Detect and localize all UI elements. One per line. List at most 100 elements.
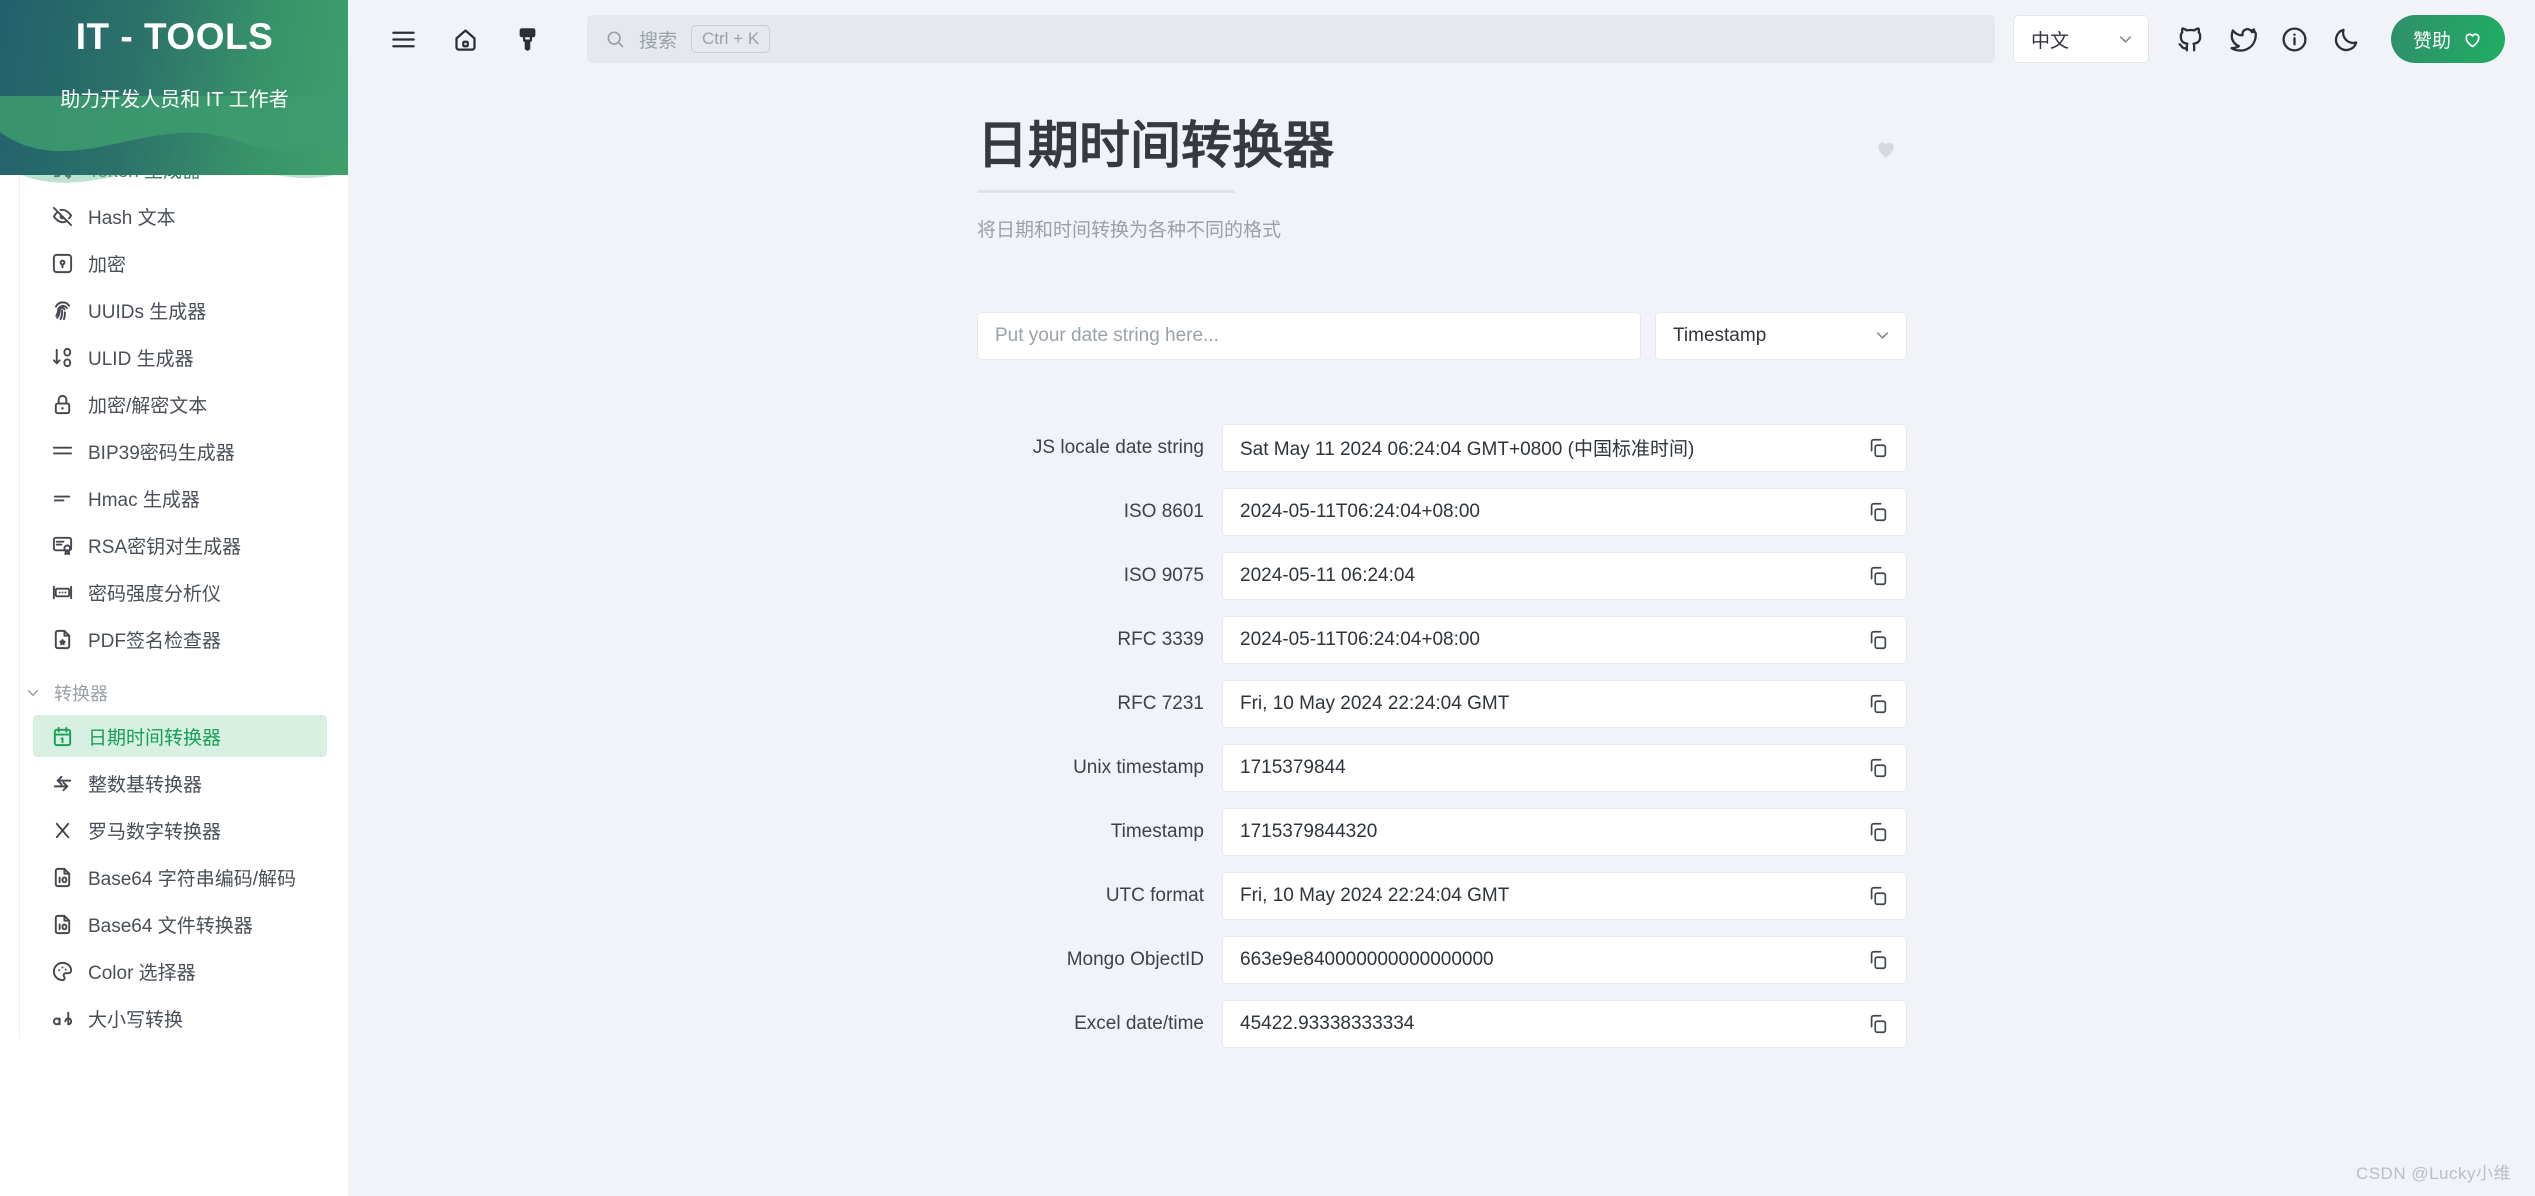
sidebar-item-label: Color 选择器 bbox=[88, 962, 196, 984]
language-select[interactable]: 中文 bbox=[2012, 15, 2149, 63]
sidebar-item-color-picker[interactable]: Color 选择器 bbox=[33, 950, 327, 992]
password-meter-icon bbox=[50, 580, 75, 605]
page-subtitle: 将日期和时间转换为各种不同的格式 bbox=[977, 219, 1282, 241]
results-list: JS locale date string Sat May 11 2024 06… bbox=[977, 423, 1907, 1048]
sidebar-item-integer-base-converter[interactable]: 整数基转换器 bbox=[33, 762, 327, 804]
result-row: ISO 8601 2024-05-11T06:24:04+08:00 bbox=[977, 487, 1907, 536]
search-input[interactable]: 搜索 Ctrl + K bbox=[587, 15, 1995, 63]
sidebar-item-label: Base64 字符串编码/解码 bbox=[88, 868, 296, 890]
file-binary-icon bbox=[50, 865, 75, 890]
sidebar-item-base64-file-converter[interactable]: Base64 文件转换器 bbox=[33, 903, 327, 945]
result-field[interactable]: 45422.93338333334 bbox=[1222, 999, 1907, 1048]
result-field[interactable]: 1715379844 bbox=[1222, 743, 1907, 792]
search-placeholder: 搜索 bbox=[639, 30, 678, 52]
copy-icon[interactable] bbox=[1858, 556, 1898, 596]
sidebar-group-converters[interactable]: 转换器 bbox=[20, 676, 327, 710]
watermark: CSDN @Lucky小维 bbox=[2355, 1164, 2511, 1183]
sidebar-item-uuids-generator[interactable]: UUIDs 生成器 bbox=[33, 289, 327, 331]
chevron-down-icon bbox=[20, 680, 46, 706]
sidebar-item-label: 加密 bbox=[88, 254, 127, 276]
sidebar-item-rsa-keypair-generator[interactable]: RSA密钥对生成器 bbox=[33, 524, 327, 566]
favorite-button[interactable] bbox=[1873, 136, 1907, 170]
copy-icon[interactable] bbox=[1858, 876, 1898, 916]
sidebar-item-label: 大小写转换 bbox=[88, 1009, 184, 1031]
result-label: ISO 9075 bbox=[1123, 564, 1204, 586]
result-value: 663e9e840000000000000000 bbox=[1240, 948, 1494, 970]
sidebar-item-ulid-generator[interactable]: ULID 生成器 bbox=[33, 336, 327, 378]
copy-icon[interactable] bbox=[1858, 940, 1898, 980]
arrows-exchange-icon bbox=[50, 771, 75, 796]
sidebar-item-label: BIP39密码生成器 bbox=[88, 442, 235, 464]
result-field[interactable]: 2024-05-11T06:24:04+08:00 bbox=[1222, 615, 1907, 664]
copy-icon[interactable] bbox=[1858, 428, 1898, 468]
date-string-input[interactable]: Put your date string here... bbox=[977, 311, 1641, 360]
lines-icon bbox=[50, 439, 75, 464]
result-field[interactable]: 2024-05-11 06:24:04 bbox=[1222, 551, 1907, 600]
twitter-icon[interactable] bbox=[2221, 17, 2265, 61]
result-value: 2024-05-11T06:24:04+08:00 bbox=[1240, 500, 1480, 522]
short-lines-icon bbox=[50, 486, 75, 511]
sidebar-item-bip39-generator[interactable]: BIP39密码生成器 bbox=[33, 430, 327, 472]
brand-banner: IT - TOOLS 助力开发人员和 IT 工作者 bbox=[0, 0, 348, 175]
sidebar-item-pdf-signature-checker[interactable]: PDF签名检查器 bbox=[33, 618, 327, 660]
nav-rail bbox=[19, 148, 20, 1039]
pdf-badge-icon bbox=[50, 627, 75, 652]
sidebar-item-hash-text[interactable]: Hash 文本 bbox=[33, 195, 327, 237]
topbar: 搜索 Ctrl + K 中文 赞助 bbox=[349, 0, 2535, 78]
date-input-row: Put your date string here... Timestamp bbox=[977, 311, 1907, 360]
result-label: RFC 3339 bbox=[1117, 628, 1204, 650]
copy-icon[interactable] bbox=[1858, 684, 1898, 724]
result-label: UTC format bbox=[1105, 884, 1204, 906]
sidebar-group-label: 转换器 bbox=[54, 684, 108, 704]
sidebar-item-label: 密码强度分析仪 bbox=[88, 583, 222, 605]
github-icon[interactable] bbox=[2169, 17, 2213, 61]
sidebar-item-roman-numeral-converter[interactable]: 罗马数字转换器 bbox=[33, 809, 327, 851]
result-field[interactable]: 1715379844320 bbox=[1222, 807, 1907, 856]
app-root: IT - TOOLS 助力开发人员和 IT 工作者 Token 生成器 Hash… bbox=[0, 0, 2535, 1196]
sidebar-item-hmac-generator[interactable]: Hmac 生成器 bbox=[33, 477, 327, 519]
copy-icon[interactable] bbox=[1858, 748, 1898, 788]
result-field[interactable]: Sat May 11 2024 06:24:04 GMT+0800 (中国标准时… bbox=[1222, 423, 1907, 472]
sidebar-item-encrypt-decrypt-text[interactable]: 加密/解密文本 bbox=[33, 383, 327, 425]
paint-brush-icon[interactable] bbox=[505, 17, 549, 61]
sidebar-item-encryption[interactable]: 加密 bbox=[33, 242, 327, 284]
sidebar-item-case-converter[interactable]: 大小写转换 bbox=[33, 997, 327, 1039]
date-input-placeholder: Put your date string here... bbox=[995, 324, 1219, 346]
result-row: JS locale date string Sat May 11 2024 06… bbox=[977, 423, 1907, 472]
sidebar-item-date-time-converter[interactable]: 日期时间转换器 bbox=[33, 715, 327, 757]
case-icon bbox=[50, 1006, 75, 1031]
copy-icon[interactable] bbox=[1858, 812, 1898, 852]
certificate-icon bbox=[50, 533, 75, 558]
sidebar-item-label: 日期时间转换器 bbox=[88, 727, 222, 749]
result-row: UTC format Fri, 10 May 2024 22:24:04 GMT bbox=[977, 871, 1907, 920]
result-value: 2024-05-11 06:24:04 bbox=[1240, 564, 1416, 586]
search-shortcut-badge: Ctrl + K bbox=[691, 24, 771, 54]
copy-icon[interactable] bbox=[1858, 1004, 1898, 1044]
result-row: Timestamp 1715379844320 bbox=[977, 807, 1907, 856]
eye-off-icon bbox=[50, 204, 75, 229]
result-field[interactable]: 2024-05-11T06:24:04+08:00 bbox=[1222, 487, 1907, 536]
sidebar-item-label: ULID 生成器 bbox=[88, 348, 194, 370]
chevron-down-icon bbox=[2116, 30, 2135, 49]
hamburger-menu-icon[interactable] bbox=[381, 17, 425, 61]
brand-title: IT - TOOLS bbox=[75, 16, 274, 57]
file-binary-icon bbox=[50, 912, 75, 937]
result-field[interactable]: Fri, 10 May 2024 22:24:04 GMT bbox=[1222, 679, 1907, 728]
format-select[interactable]: Timestamp bbox=[1655, 311, 1907, 360]
result-value: Fri, 10 May 2024 22:24:04 GMT bbox=[1240, 884, 1510, 906]
title-row: 日期时间转换器 bbox=[977, 114, 1907, 193]
info-icon[interactable] bbox=[2273, 17, 2317, 61]
home-icon[interactable] bbox=[443, 17, 487, 61]
sidebar-item-label: 加密/解密文本 bbox=[88, 395, 208, 417]
result-label: Mongo ObjectID bbox=[1066, 948, 1204, 970]
sidebar-item-base64-string-converter[interactable]: Base64 字符串编码/解码 bbox=[33, 856, 327, 898]
copy-icon[interactable] bbox=[1858, 620, 1898, 660]
result-field[interactable]: 663e9e840000000000000000 bbox=[1222, 935, 1907, 984]
result-value: 1715379844 bbox=[1240, 756, 1346, 778]
sponsor-button[interactable]: 赞助 bbox=[2390, 15, 2505, 63]
copy-icon[interactable] bbox=[1858, 492, 1898, 532]
moon-icon[interactable] bbox=[2325, 17, 2369, 61]
search-icon bbox=[603, 27, 627, 51]
result-field[interactable]: Fri, 10 May 2024 22:24:04 GMT bbox=[1222, 871, 1907, 920]
sidebar-item-password-strength-analyser[interactable]: 密码强度分析仪 bbox=[33, 571, 327, 613]
